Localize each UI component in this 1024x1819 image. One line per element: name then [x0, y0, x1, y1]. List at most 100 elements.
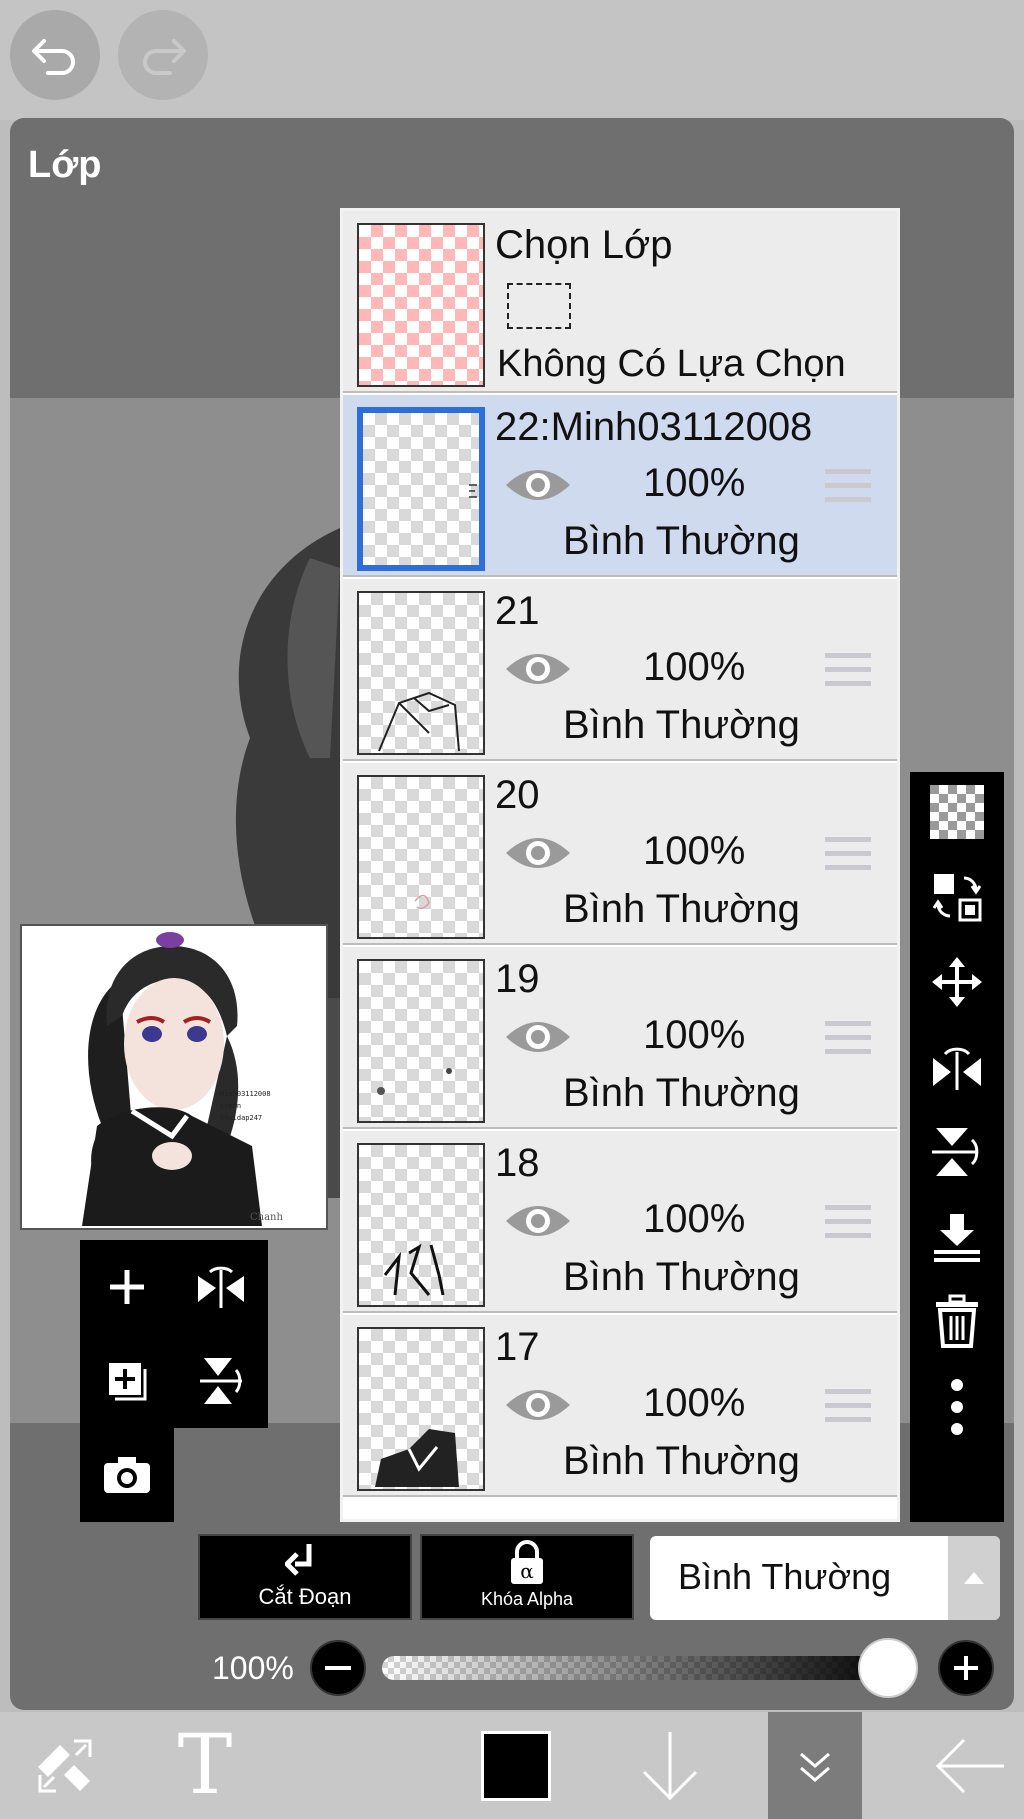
selection-status: Không Có Lựa Chọn — [497, 343, 846, 385]
layer-opacity: 100% — [643, 1197, 746, 1241]
chevron-up-icon[interactable] — [948, 1536, 1000, 1620]
add-layer-button[interactable] — [80, 1240, 174, 1334]
drag-handle-icon[interactable] — [825, 837, 871, 879]
drag-handle-icon[interactable] — [825, 653, 871, 695]
checker-button[interactable] — [910, 772, 1004, 852]
blend-mode-select[interactable]: Bình Thường — [650, 1536, 1000, 1620]
opacity-decrease-button[interactable] — [310, 1640, 366, 1696]
redo-icon — [143, 39, 186, 75]
flip-vertical-button-right[interactable] — [910, 1112, 1004, 1192]
color-button[interactable] — [466, 1712, 566, 1819]
panel-title: Lớp — [28, 144, 102, 186]
redo-button[interactable] — [118, 10, 208, 100]
layers-collapse-icon — [800, 1752, 830, 1782]
drag-handle-icon[interactable] — [825, 469, 871, 511]
duplicate-layer-button[interactable] — [80, 1334, 174, 1428]
layer-row[interactable]: 21 100% Bình Thường — [343, 579, 897, 761]
opacity-slider-fill — [382, 1656, 898, 1680]
flip-vertical-icon — [200, 1358, 242, 1404]
delete-layer-button[interactable] — [910, 1282, 1004, 1362]
clipping-button[interactable]: Cắt Đoạn — [198, 1534, 412, 1620]
eye-icon[interactable] — [503, 1381, 573, 1429]
selection-layer-row[interactable]: Chọn Lớp Không Có Lựa Chọn — [343, 211, 897, 393]
selection-thumbnail — [357, 223, 485, 387]
eye-icon[interactable] — [503, 1013, 573, 1061]
trash-icon — [936, 1294, 978, 1348]
layer-blend-mode: Bình Thường — [563, 1439, 800, 1483]
layer-thumb-art — [469, 484, 477, 498]
eye-icon[interactable] — [503, 829, 573, 877]
layer-thumb-art — [377, 1068, 452, 1095]
svg-text:Khoidap247: Khoidap247 — [220, 1114, 262, 1122]
camera-button[interactable] — [80, 1428, 174, 1522]
undo-button[interactable] — [10, 10, 100, 100]
layer-blend-mode: Bình Thường — [563, 1071, 800, 1115]
opacity-slider[interactable] — [382, 1656, 898, 1680]
layer-thumbnail — [357, 1327, 485, 1491]
layer-opacity: 100% — [643, 1381, 746, 1425]
canvas-preview[interactable]: Minh03112008 Lemon Khoidap247 Chanh — [20, 924, 328, 1230]
layer-name: 20 — [495, 773, 540, 817]
opacity-label: 100% — [212, 1650, 294, 1686]
swap-layer-button[interactable] — [910, 857, 1004, 937]
eye-icon[interactable] — [503, 1197, 573, 1245]
opacity-increase-button[interactable] — [938, 1640, 994, 1696]
checker-icon — [930, 785, 984, 839]
color-swatch — [481, 1730, 551, 1801]
merge-down-icon — [934, 1214, 980, 1262]
layer-name: 21 — [495, 589, 540, 633]
eye-icon[interactable] — [503, 645, 573, 693]
plus-icon — [954, 1656, 978, 1680]
bottom-toolbar: T — [0, 1712, 1024, 1819]
down-arrow-button[interactable] — [620, 1712, 720, 1819]
layers-button[interactable] — [768, 1712, 862, 1819]
alpha-lock-label: Khóa Alpha — [480, 1589, 574, 1609]
layer-row[interactable]: 17 100% Bình Thường — [343, 1315, 897, 1497]
layer-row[interactable]: 18 100% Bình Thường — [343, 1131, 897, 1313]
back-button[interactable] — [920, 1712, 1020, 1819]
back-arrow-icon — [935, 1738, 1004, 1793]
more-icon — [951, 1379, 963, 1435]
layer-panel: Lớp Minh03112008 Lemon Khoidap247 Chanh … — [10, 118, 1014, 1710]
svg-text:Lemon: Lemon — [220, 1102, 241, 1110]
move-icon — [932, 957, 982, 1007]
clipping-label: Cắt Đoạn — [258, 1584, 352, 1609]
layer-list[interactable]: Chọn Lớp Không Có Lựa Chọn 22:Minh031120… — [340, 208, 900, 1522]
opacity-slider-thumb[interactable] — [858, 1638, 918, 1698]
layer-row[interactable]: 20 100% Bình Thường — [343, 763, 897, 945]
preview-signature: Chanh — [250, 1212, 283, 1223]
layer-thumbnail — [357, 959, 485, 1123]
alpha-lock-button[interactable]: α Khóa Alpha — [420, 1534, 634, 1620]
drag-handle-icon[interactable] — [825, 1205, 871, 1247]
more-button[interactable] — [910, 1367, 1004, 1447]
layer-row[interactable]: 22:Minh03112008 100% Bình Thường — [343, 395, 897, 577]
svg-text:Minh03112008: Minh03112008 — [220, 1090, 271, 1098]
drag-handle-icon[interactable] — [825, 1021, 871, 1063]
layer-thumb-art — [375, 1429, 459, 1487]
flip-horizontal-button-right[interactable] — [910, 1027, 1004, 1107]
flip-horizontal-button[interactable] — [174, 1240, 268, 1334]
flip-horizontal-icon — [933, 1047, 981, 1090]
blend-mode-value: Bình Thường — [678, 1556, 892, 1597]
right-tools — [910, 772, 1004, 1522]
layer-name: 19 — [495, 957, 540, 1001]
layer-blend-mode: Bình Thường — [563, 703, 800, 747]
layer-opacity: 100% — [643, 829, 746, 873]
layer-blend-mode: Bình Thường — [563, 1255, 800, 1299]
layer-thumbnail — [357, 591, 485, 755]
layer-opacity: 100% — [643, 461, 746, 505]
layer-thumb-art — [383, 1243, 445, 1296]
add-layer-icon — [110, 1270, 144, 1304]
layer-thumbnail — [357, 407, 485, 571]
merge-down-button[interactable] — [910, 1197, 1004, 1277]
eye-icon[interactable] — [503, 461, 573, 509]
text-tool-button[interactable]: T — [150, 1712, 260, 1819]
transform-button[interactable] — [10, 1712, 120, 1819]
flip-vertical-icon — [932, 1128, 979, 1176]
arrow-down-icon — [642, 1731, 698, 1800]
move-button[interactable] — [910, 942, 1004, 1022]
drag-handle-icon[interactable] — [825, 1389, 871, 1431]
flip-vertical-button[interactable] — [174, 1334, 268, 1428]
layer-row[interactable]: 19 100% Bình Thường — [343, 947, 897, 1129]
transform-icon — [38, 1739, 92, 1792]
